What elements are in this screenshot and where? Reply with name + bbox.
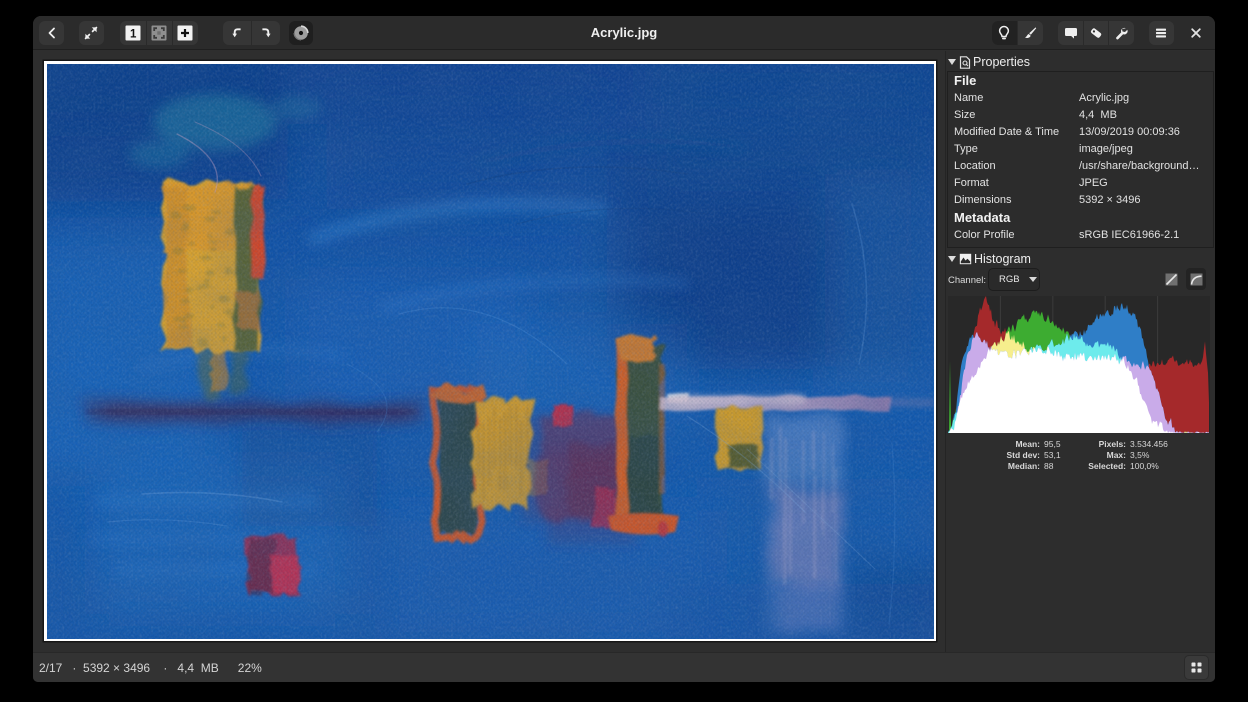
svg-text:1: 1 bbox=[129, 28, 136, 40]
